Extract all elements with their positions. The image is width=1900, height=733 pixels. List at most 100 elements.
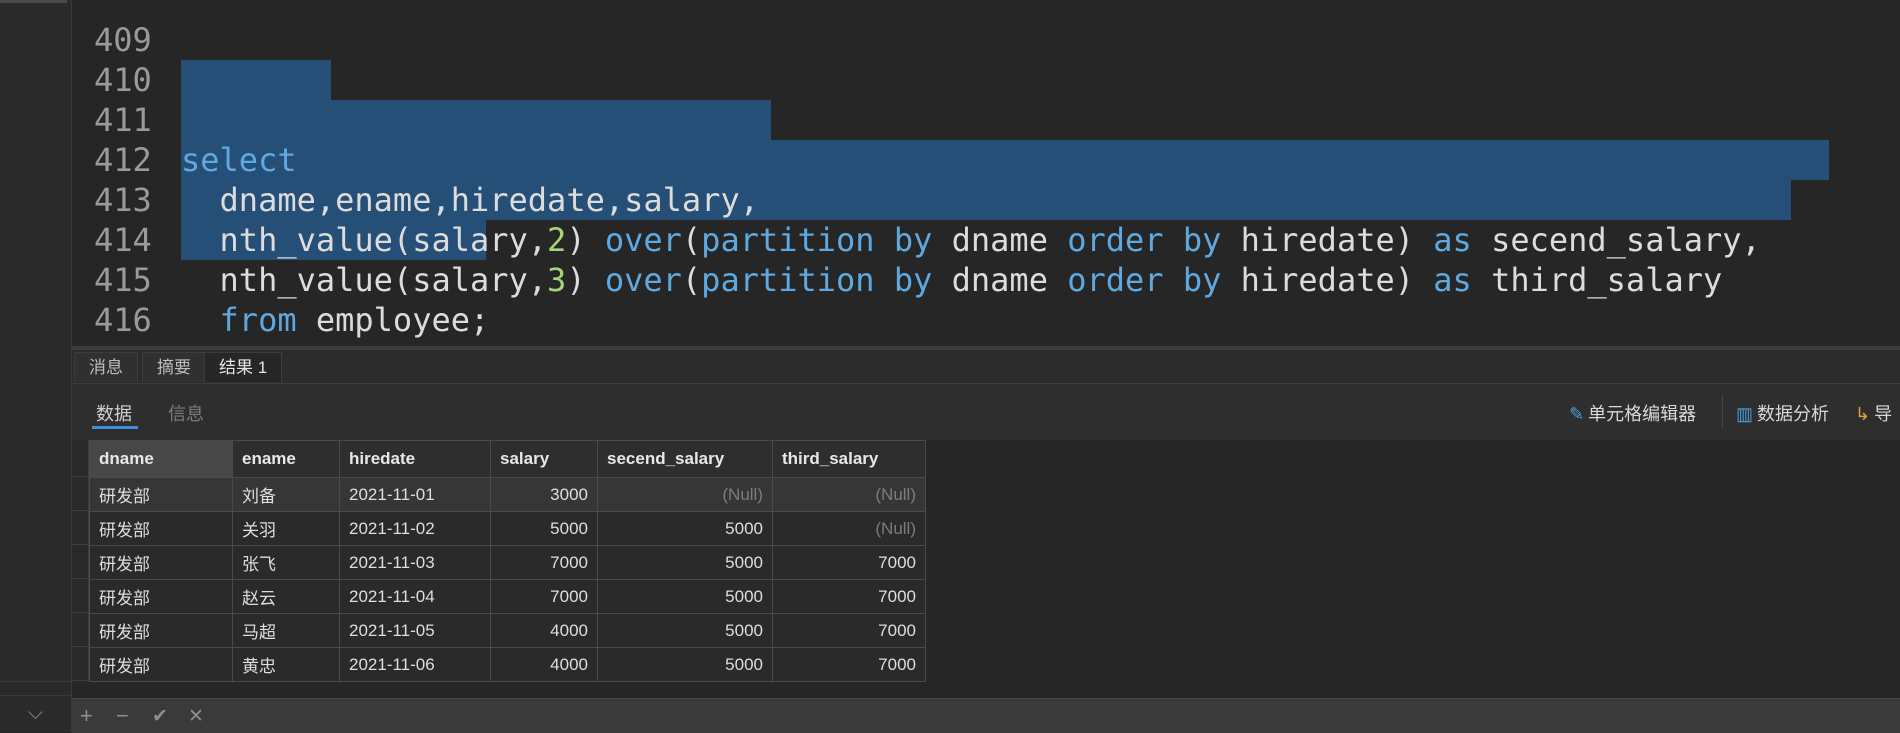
table-row[interactable]: 研发部 关羽 2021-11-02 5000 5000 (Null) bbox=[89, 511, 926, 546]
data-analysis-button[interactable]: ▥ 数据分析 bbox=[1736, 400, 1829, 426]
row-selector[interactable] bbox=[72, 579, 89, 613]
table-cell[interactable]: 黄忠 bbox=[232, 647, 340, 682]
add-record-button[interactable]: + bbox=[80, 703, 93, 729]
code-line: 412 dname,ename,hiredate,salary, bbox=[72, 100, 759, 219]
table-cell[interactable]: 研发部 bbox=[89, 579, 233, 614]
pencil-icon: ✎ bbox=[1569, 404, 1585, 424]
cell-editor-button[interactable]: ✎ 单元格编辑器 bbox=[1569, 400, 1696, 426]
table-row[interactable]: 研发部 马超 2021-11-05 4000 5000 7000 bbox=[89, 613, 926, 648]
sql-token: ( bbox=[392, 221, 413, 259]
row-selector[interactable] bbox=[72, 613, 89, 647]
table-cell[interactable]: 5000 bbox=[597, 613, 773, 648]
row-selector[interactable] bbox=[72, 511, 89, 545]
table-cell[interactable]: 2021-11-04 bbox=[339, 579, 491, 614]
table-cell[interactable]: 5000 bbox=[597, 545, 773, 580]
table-cell[interactable]: (Null) bbox=[772, 511, 926, 546]
row-selector[interactable] bbox=[72, 477, 89, 511]
table-cell[interactable]: 4000 bbox=[490, 613, 598, 648]
sql-token: dname bbox=[951, 221, 1048, 259]
table-cell[interactable]: 3000 bbox=[490, 477, 598, 512]
active-tab-indicator bbox=[92, 426, 138, 429]
selection-highlight bbox=[181, 100, 771, 140]
table-row[interactable]: 研发部 黄忠 2021-11-06 4000 5000 7000 bbox=[89, 647, 926, 682]
column-header-third-salary[interactable]: third_salary bbox=[772, 440, 926, 478]
column-header-ename[interactable]: ename bbox=[232, 440, 340, 478]
table-cell[interactable]: 5000 bbox=[597, 647, 773, 682]
sql-keyword: partition bbox=[701, 221, 875, 259]
subtab-data[interactable]: 数据 bbox=[96, 400, 132, 426]
sql-token: , bbox=[315, 181, 336, 219]
tab-result-1[interactable]: 结果 1 bbox=[204, 352, 283, 382]
chevron-down-icon[interactable]: ⌵ bbox=[0, 695, 71, 732]
table-cell[interactable]: 4000 bbox=[490, 647, 598, 682]
table-cell[interactable]: 7000 bbox=[772, 545, 926, 580]
table-cell[interactable]: 7000 bbox=[772, 647, 926, 682]
table-cell[interactable]: 研发部 bbox=[89, 613, 233, 648]
sql-keyword: by bbox=[893, 261, 933, 299]
sql-token: , bbox=[1741, 221, 1761, 259]
table-cell[interactable]: 赵云 bbox=[232, 579, 340, 614]
subtab-info[interactable]: 信息 bbox=[168, 400, 204, 426]
apply-changes-button[interactable]: ✔ bbox=[152, 705, 168, 728]
selection-highlight bbox=[181, 60, 331, 100]
sql-token: ( bbox=[681, 261, 702, 299]
column-header-secend-salary[interactable]: secend_salary bbox=[597, 440, 773, 478]
code-line: 417 bbox=[72, 300, 152, 346]
table-row[interactable]: 研发部 赵云 2021-11-04 7000 5000 7000 bbox=[89, 579, 926, 614]
chart-icon: ▥ bbox=[1736, 404, 1754, 424]
table-cell[interactable]: 7000 bbox=[772, 579, 926, 614]
sql-number: 2 bbox=[547, 221, 567, 259]
table-cell[interactable]: 研发部 bbox=[89, 647, 233, 682]
table-cell[interactable]: 7000 bbox=[490, 579, 598, 614]
table-cell[interactable]: 7000 bbox=[772, 613, 926, 648]
sql-token: hiredate bbox=[1240, 221, 1395, 259]
table-cell[interactable]: 5000 bbox=[597, 511, 773, 546]
column-header-dname[interactable]: dname bbox=[89, 440, 233, 478]
column-header-salary[interactable]: salary bbox=[490, 440, 598, 478]
table-cell[interactable]: 2021-11-06 bbox=[339, 647, 491, 682]
sql-editor[interactable]: 409 410 411 select 412 dname,ename,hired… bbox=[72, 0, 1900, 346]
table-cell[interactable]: 2021-11-05 bbox=[339, 613, 491, 648]
tab-summary[interactable]: 摘要 bbox=[142, 352, 206, 382]
table-cell[interactable]: (Null) bbox=[772, 477, 926, 512]
result-toolbar: 数据 信息 ✎ 单元格编辑器 ▥ 数据分析 ↳ 导 bbox=[72, 384, 1900, 440]
table-cell[interactable]: 5000 bbox=[597, 579, 773, 614]
code-text: nth_value(salary,2) over(partition by dn… bbox=[181, 220, 1761, 260]
table-cell[interactable]: 2021-11-02 bbox=[339, 511, 491, 546]
table-row[interactable]: 研发部 张飞 2021-11-03 7000 5000 7000 bbox=[89, 545, 926, 580]
discard-changes-button[interactable]: ✕ bbox=[188, 705, 204, 728]
table-cell[interactable]: 研发部 bbox=[89, 511, 233, 546]
table-cell[interactable]: 2021-11-01 bbox=[339, 477, 491, 512]
table-cell[interactable]: 马超 bbox=[232, 613, 340, 648]
table-cell[interactable]: 研发部 bbox=[89, 545, 233, 580]
data-table: dname ename hiredate salary secend_salar… bbox=[89, 440, 926, 682]
table-cell[interactable]: 刘备 bbox=[232, 477, 340, 512]
table-row[interactable]: 研发部 刘备 2021-11-01 3000 (Null) (Null) bbox=[89, 477, 926, 512]
table-cell[interactable]: 2021-11-03 bbox=[339, 545, 491, 580]
table-cell[interactable]: 关羽 bbox=[232, 511, 340, 546]
grid-bottom-bar: + − ✔ ✕ bbox=[72, 698, 1900, 733]
tab-messages[interactable]: 消息 bbox=[74, 352, 138, 382]
sql-token: ( bbox=[681, 221, 702, 259]
sql-token: secend_salary bbox=[1491, 221, 1742, 259]
table-cell[interactable]: 7000 bbox=[490, 545, 598, 580]
column-header-hiredate[interactable]: hiredate bbox=[339, 440, 491, 478]
export-button[interactable]: ↳ 导 bbox=[1855, 400, 1892, 426]
code-line: 409 bbox=[72, 0, 152, 59]
row-selector[interactable] bbox=[72, 647, 89, 681]
table-cell[interactable]: (Null) bbox=[597, 477, 773, 512]
table-cell[interactable]: 张飞 bbox=[232, 545, 340, 580]
delete-record-button[interactable]: − bbox=[116, 703, 129, 729]
table-cell[interactable]: 研发部 bbox=[89, 477, 233, 512]
table-cell[interactable]: 5000 bbox=[490, 511, 598, 546]
row-selector[interactable] bbox=[72, 545, 89, 579]
